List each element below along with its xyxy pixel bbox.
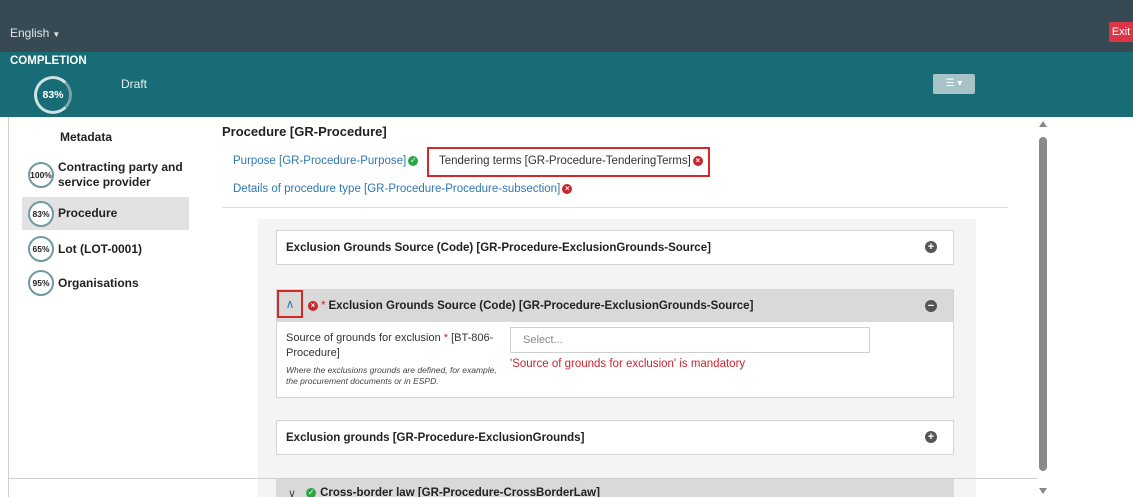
error-circle-icon: × xyxy=(562,183,573,194)
sidebar-item-label: Organisations xyxy=(58,275,139,290)
scrollbar-thumb[interactable] xyxy=(1039,137,1047,471)
sliders-dropdown-button[interactable]: ☰ ▾ xyxy=(933,74,975,94)
chevron-up-icon[interactable]: ∧ xyxy=(277,290,303,318)
error-circle-icon: × xyxy=(692,155,703,166)
exit-button[interactable]: Exit xyxy=(1109,22,1133,42)
section-title: Exclusion grounds [GR-Procedure-Exclusio… xyxy=(286,431,585,444)
language-selector[interactable]: English ▼ xyxy=(10,26,60,40)
progress-ring: 83% xyxy=(28,200,54,227)
scroll-up-arrow-icon[interactable] xyxy=(1039,121,1047,127)
status-label: Draft xyxy=(121,77,148,91)
completion-band: COMPLETION 83% Draft ☰ ▾ xyxy=(0,52,1133,117)
progress-ring: 95% xyxy=(28,270,54,296)
tab-purpose[interactable]: Purpose [GR-Procedure-Purpose] ✓ xyxy=(233,155,419,167)
progress-ring: 65% xyxy=(28,236,54,262)
sidebar-item-label: Contracting party and service provider xyxy=(58,160,183,189)
tab-tendering-terms[interactable]: Tendering terms [GR-Procedure-TenderingT… xyxy=(439,155,703,167)
sidebar-item-organisations[interactable]: 95% Organisations xyxy=(22,267,189,299)
section-header: Exclusion Grounds Source (Code) [GR-Proc… xyxy=(277,231,953,264)
section-header: Exclusion grounds [GR-Procedure-Exclusio… xyxy=(277,421,953,454)
field-label-text: Source of grounds for exclusion xyxy=(286,332,441,344)
validation-error: 'Source of grounds for exclusion' is man… xyxy=(510,358,746,370)
divider xyxy=(222,207,1008,208)
sidebar-item-procedure[interactable]: 83% Procedure xyxy=(22,197,189,230)
sidebar-item-label: Lot (LOT-0001) xyxy=(58,241,143,256)
tab-procedure-type-details[interactable]: Details of procedure type [GR-Procedure-… xyxy=(233,183,573,195)
section-title: Cross-border law [GR-Procedure-CrossBord… xyxy=(320,487,600,497)
section-cross-border-law[interactable]: ∨ ✓ Cross-border law [GR-Procedure-Cross… xyxy=(276,478,954,497)
error-circle-icon: × xyxy=(308,301,318,311)
tab-label: Purpose [GR-Procedure-Purpose] xyxy=(233,155,407,167)
scroll-down-arrow-icon[interactable] xyxy=(1039,488,1047,494)
top-bar: English ▼ Exit xyxy=(0,0,1133,52)
app-frame: English ▼ Exit COMPLETION 83% Draft ☰ ▾ M… xyxy=(0,0,1133,497)
plus-circle-icon[interactable]: + xyxy=(925,431,937,443)
page-title: Procedure [GR-Procedure] xyxy=(222,124,387,139)
tab-label: Details of procedure type [GR-Procedure-… xyxy=(233,183,561,195)
plus-circle-icon[interactable]: + xyxy=(925,241,937,253)
section-header[interactable]: × * Exclusion Grounds Source (Code) [GR-… xyxy=(277,290,953,322)
minus-circle-icon[interactable]: − xyxy=(925,300,937,312)
section-title: Exclusion Grounds Source (Code) [GR-Proc… xyxy=(328,300,754,312)
field-label: Source of grounds for exclusion * [BT-80… xyxy=(286,331,501,361)
section-title: Exclusion Grounds Source (Code) [GR-Proc… xyxy=(286,241,711,254)
sidebar-item-lot[interactable]: 65% Lot (LOT-0001) xyxy=(22,233,189,265)
source-of-grounds-select[interactable]: Select... xyxy=(510,327,870,353)
check-circle-icon: ✓ xyxy=(408,155,419,166)
left-border xyxy=(8,117,9,497)
section-header: ∨ ✓ Cross-border law [GR-Procedure-Cross… xyxy=(276,478,954,497)
chevron-down-icon[interactable]: ∨ xyxy=(288,487,296,497)
bottom-border xyxy=(8,478,1038,479)
completion-title: COMPLETION xyxy=(10,55,87,67)
field-hint: Where the exclusions grounds are defined… xyxy=(286,365,497,386)
check-circle-icon: ✓ xyxy=(306,488,317,497)
sidebar-item-label: Procedure xyxy=(58,206,118,220)
sidebar-title: Metadata xyxy=(60,130,113,144)
progress-ring: 100% xyxy=(28,162,54,188)
sidebar-item-contracting-party[interactable]: 100% Contracting party and service provi… xyxy=(22,156,189,194)
section-exclusion-grounds-source[interactable]: Exclusion Grounds Source (Code) [GR-Proc… xyxy=(276,230,954,265)
completion-progress-ring: 83% xyxy=(34,76,72,114)
language-label: English xyxy=(10,26,50,40)
sliders-icon: ☰ ▾ xyxy=(945,78,963,89)
required-marker: * xyxy=(321,300,326,312)
caret-down-icon: ▼ xyxy=(52,30,61,39)
tab-label: Tendering terms [GR-Procedure-TenderingT… xyxy=(439,155,691,167)
section-exclusion-grounds[interactable]: Exclusion grounds [GR-Procedure-Exclusio… xyxy=(276,420,954,455)
